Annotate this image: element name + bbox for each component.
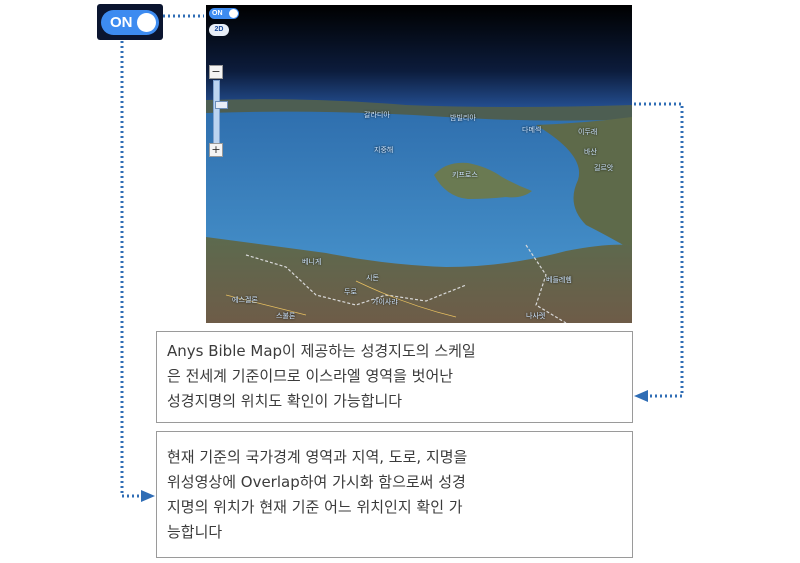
map-label-west-2: 밤빌리아 [450, 114, 476, 122]
map-label-west-1: 갈라디아 [364, 111, 390, 119]
connector-toggle-to-callout-2 [120, 41, 140, 498]
callout-1-line-1: Anys Bible Map이 제공하는 성경지도의 스케일 [167, 342, 476, 360]
map-toggle[interactable]: ON [209, 8, 239, 19]
callout-1-line-3: 성경지명의 위치도 확인이 가능합니다 [167, 392, 403, 410]
map-toggle-label: ON [212, 10, 223, 17]
zoom-slider-handle[interactable] [215, 101, 228, 109]
map-label-coast-3: 두로 [344, 288, 357, 296]
callout-2-line-4: 능합니다 [167, 523, 223, 541]
map-label-coast-8: 나사렛 [526, 312, 546, 320]
map-label-sea: 지중해 [374, 146, 394, 154]
map-toggle-knob [229, 9, 238, 18]
map-label-north: 키프로스 [452, 171, 478, 179]
callout-1-line-2: 은 전세계 기준이므로 이스라엘 영역을 벗어난 [167, 367, 454, 385]
view-mode-button[interactable]: 2D [209, 24, 229, 36]
map-label-east-4: 길르앗 [594, 164, 614, 172]
map-label-coast-6: 스불론 [276, 312, 296, 320]
map-label-coast-5: 에스겔론 [232, 296, 258, 304]
map-label-coast-1: 베니게 [302, 258, 322, 266]
map-label-east-2: 이두래 [578, 128, 598, 136]
connector-map-to-callout-1 [634, 102, 684, 398]
map-label-coast-7: 베들레헴 [546, 276, 572, 284]
callout-2-line-1: 현재 기준의 국가경계 영역과 지역, 도로, 지명을 [167, 448, 468, 466]
callout-scale-description: Anys Bible Map이 제공하는 성경지도의 스케일 은 전세계 기준이… [156, 331, 633, 423]
map-label-coast-2: 시돈 [366, 274, 379, 282]
map-label-east-3: 바산 [584, 148, 597, 156]
map-label-coast-4: 가이사랴 [372, 298, 398, 306]
zoom-out-button[interactable]: − [209, 65, 223, 79]
callout-overlay-description: 현재 기준의 국가경계 영역과 지역, 도로, 지명을 위성영상에 Overla… [156, 431, 633, 558]
map-label-east-1: 다메섹 [522, 126, 542, 134]
zoom-slider-track[interactable] [213, 80, 228, 145]
callout-2-line-3: 지명의 위치가 현재 기준 어느 위치인지 확인 가 [167, 498, 463, 516]
zoom-control[interactable]: − + [209, 65, 228, 157]
zoom-in-button[interactable]: + [209, 143, 223, 157]
arrowhead-callout-1 [634, 390, 648, 402]
satellite-map-view[interactable]: ON 2D − + 지중해 키프로스 갈라디아 밤빌리아 다메섹 이두래 바산 … [206, 5, 632, 323]
callout-2-line-2: 위성영상에 Overlap하여 가시화 함으로써 성경 [167, 473, 466, 491]
arrowhead-callout-2 [141, 490, 155, 502]
